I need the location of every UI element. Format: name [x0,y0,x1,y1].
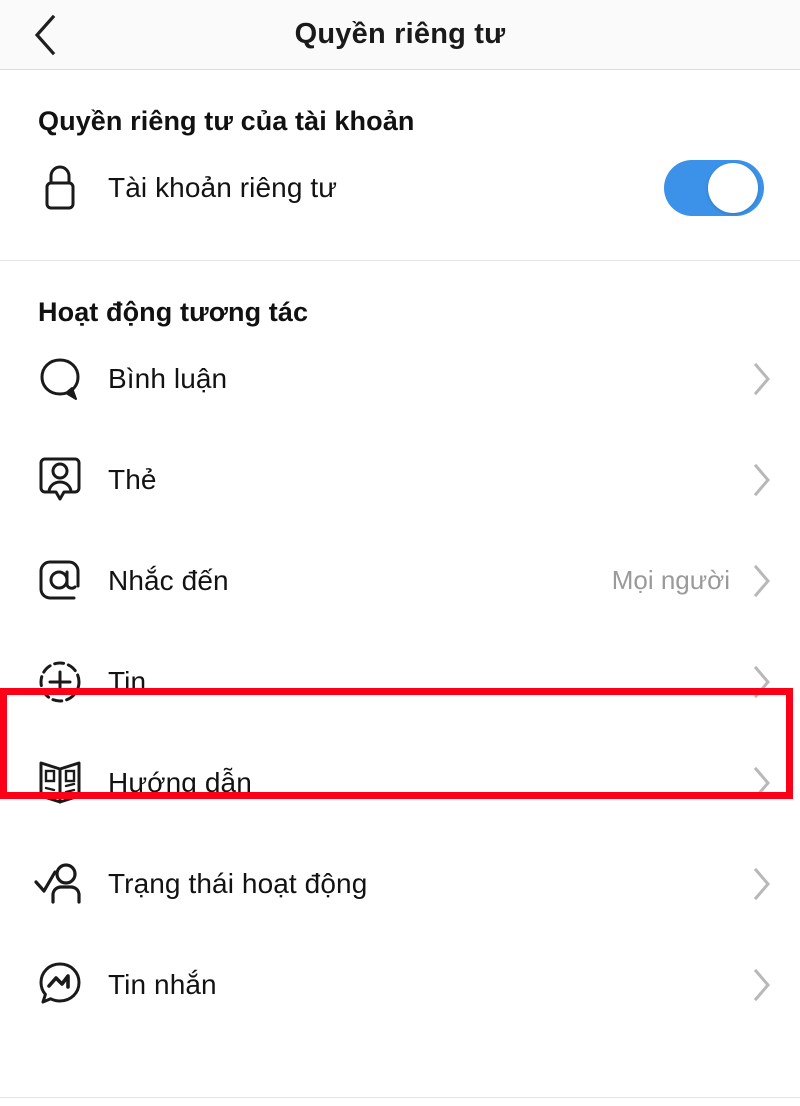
story-plus-icon [30,652,90,712]
privacy-settings-screen: Quyền riêng tư Quyền riêng tư của tài kh… [0,0,800,1106]
row-value-mentions: Mọi người [611,565,730,595]
row-private-account[interactable]: Tài khoản riêng tư [0,137,800,238]
chevron-right-icon[interactable] [748,968,776,1002]
row-label-private-account: Tài khoản riêng tư [108,171,338,203]
activity-person-check-icon [30,854,90,914]
chevron-right-icon[interactable] [748,362,776,396]
section-interactions: Hoạt động tương tác Bình luận Thẻ Nhắc đ… [0,261,800,1035]
row-comments[interactable]: Bình luận [0,328,800,429]
chevron-right-icon[interactable] [748,766,776,800]
toggle-knob [708,162,758,213]
row-messages[interactable]: Tin nhắn [0,934,800,1035]
row-label-activity-status: Trạng thái hoạt động [108,867,368,899]
row-mentions[interactable]: Nhắc đến Mọi người [0,530,800,631]
tag-person-icon [30,450,90,510]
row-label-story: Tin [108,665,147,697]
row-label-tags: Thẻ [108,463,157,495]
row-label-comments: Bình luận [108,362,228,394]
row-label-messages: Tin nhắn [108,968,217,1000]
lock-icon [30,158,90,218]
chevron-right-icon[interactable] [748,463,776,497]
guide-book-icon [30,753,90,813]
chevron-left-icon [32,13,58,57]
comment-bubble-icon [30,349,90,409]
row-tags[interactable]: Thẻ [0,429,800,530]
chevron-right-icon[interactable] [748,564,776,598]
row-label-mentions: Nhắc đến [108,564,229,596]
row-label-guides: Hướng dẫn [108,766,252,798]
private-account-toggle[interactable] [664,159,764,216]
navigation-bar: Quyền riêng tư [0,0,800,70]
back-button[interactable] [14,0,76,70]
at-mention-icon [30,551,90,611]
row-story[interactable]: Tin [0,631,800,732]
chevron-right-icon[interactable] [748,867,776,901]
section-title-account-privacy: Quyền riêng tư của tài khoản [38,106,415,136]
section-account-privacy: Quyền riêng tư của tài khoản Tài khoản r… [0,70,800,260]
page-title: Quyền riêng tư [294,18,506,50]
chevron-right-icon[interactable] [748,665,776,699]
row-activity-status[interactable]: Trạng thái hoạt động [0,833,800,934]
section-title-interactions: Hoạt động tương tác [38,297,309,327]
divider-bottom [0,1097,800,1098]
messenger-icon [30,955,90,1015]
row-guides[interactable]: Hướng dẫn [0,732,800,833]
